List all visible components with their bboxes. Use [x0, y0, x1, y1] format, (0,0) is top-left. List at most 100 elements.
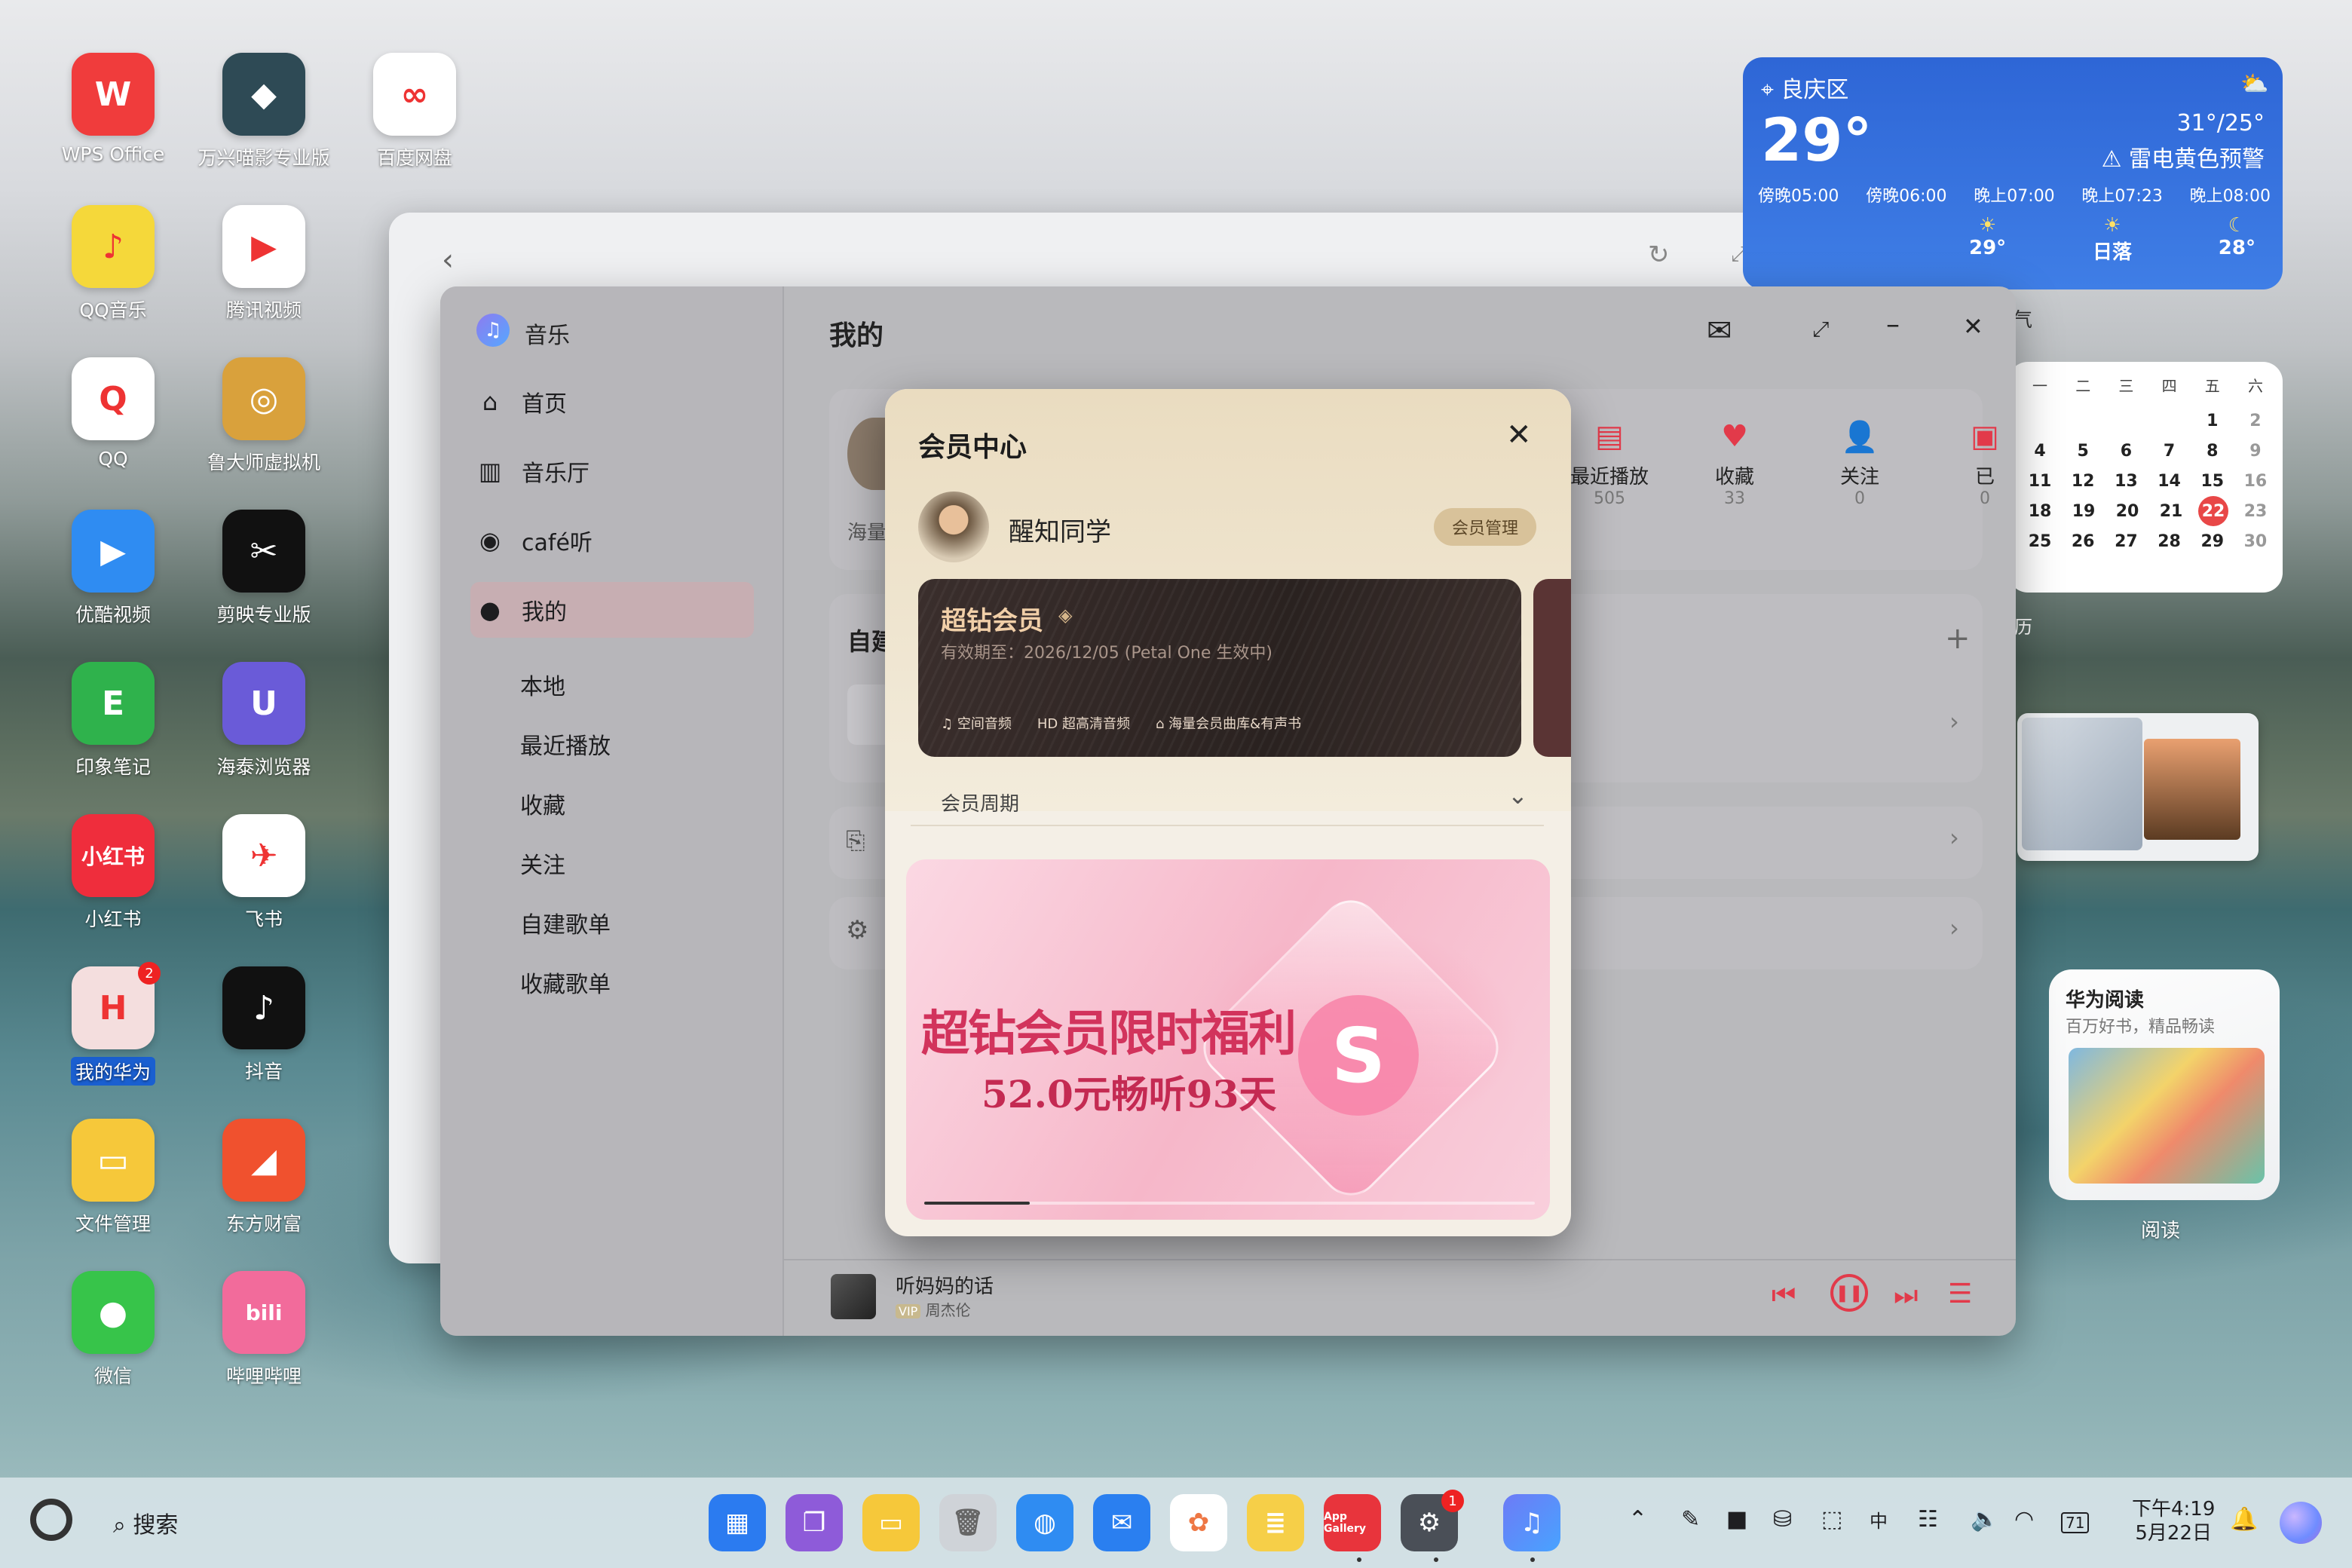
membership-card[interactable]: 超钻会员 ◈ 有效期至：2026/12/05 (Petal One 生效中) ♫…: [918, 579, 1521, 757]
desktop-app-3[interactable]: ♪ QQ音乐: [38, 205, 188, 323]
sub-nav-item[interactable]: 关注: [520, 847, 565, 880]
calendar-widget[interactable]: 一二三四五六 1 2 4 5 6 7 8 9 11 12 13 14 15 16 18 19 20 21 22 23 2…: [2008, 362, 2283, 593]
calendar-day[interactable]: [2023, 406, 2056, 436]
calendar-day[interactable]: 15: [2196, 466, 2229, 496]
search-area[interactable]: ⌕ 搜索: [113, 1506, 178, 1539]
calendar-day[interactable]: 16: [2239, 466, 2272, 496]
calendar-day[interactable]: 22: [2198, 496, 2228, 526]
screenshot-icon[interactable]: ⬚: [1821, 1506, 1842, 1533]
calendar-day[interactable]: 14: [2153, 466, 2186, 496]
weather-widget[interactable]: ⌖ 良庆区 ⛅ 29° 31°/25° ⚠ 雷电黄色预警 傍晚05:00 傍晚06…: [1743, 57, 2283, 289]
volume-icon[interactable]: 🔈: [1971, 1506, 1998, 1533]
desktop-app-16[interactable]: ◢ 东方财富: [188, 1119, 339, 1236]
calendar-day[interactable]: 23: [2239, 496, 2272, 526]
back-arrow-icon[interactable]: ‹: [442, 243, 454, 277]
desktop-app-11[interactable]: 小红书 小红书: [38, 814, 188, 932]
calendar-day[interactable]: 12: [2066, 466, 2099, 496]
album-cover[interactable]: [831, 1274, 876, 1319]
gallery-icon[interactable]: ✿: [1170, 1494, 1227, 1551]
stat-item[interactable]: 👤 关注 0: [1803, 419, 1916, 508]
member-manage-button[interactable]: 会员管理: [1434, 508, 1536, 546]
desktop-app-1[interactable]: ◆ 万兴喵影专业版: [188, 53, 339, 170]
app-gallery-icon[interactable]: App Gallery: [1324, 1494, 1381, 1551]
desktop-app-18[interactable]: bili 哔哩哔哩: [188, 1271, 339, 1389]
desktop-app-8[interactable]: ✂ 剪映专业版: [188, 510, 339, 627]
next-card-peek[interactable]: [1533, 579, 1571, 757]
photo-widget[interactable]: [2017, 713, 2259, 861]
desktop-app-14[interactable]: ♪ 抖音: [188, 966, 339, 1084]
calendar-day[interactable]: 27: [2109, 526, 2142, 556]
refresh-icon[interactable]: ↻: [1648, 240, 1670, 270]
nav-item-3[interactable]: ● 我的: [470, 582, 754, 638]
calendar-day[interactable]: 1: [2196, 406, 2229, 436]
desktop-app-15[interactable]: ▭ 文件管理: [38, 1119, 188, 1236]
app-launcher-icon[interactable]: ▦: [709, 1494, 766, 1551]
calendar-day[interactable]: 19: [2067, 496, 2100, 526]
playlist-icon[interactable]: ☰: [1948, 1279, 1972, 1309]
calendar-day[interactable]: 13: [2109, 466, 2142, 496]
nav-item-0[interactable]: ⌂ 首页: [470, 374, 754, 430]
sub-nav-item[interactable]: 收藏歌单: [520, 966, 611, 999]
close-icon[interactable]: ✕: [1963, 312, 1983, 341]
stat-item[interactable]: ♥ 收藏 33: [1678, 419, 1791, 508]
calendar-day[interactable]: 30: [2239, 526, 2272, 556]
music-icon[interactable]: ♫: [1503, 1494, 1560, 1551]
multitask-icon[interactable]: ❐: [786, 1494, 843, 1551]
avatar[interactable]: [918, 492, 989, 562]
desktop-app-5[interactable]: Q QQ: [38, 357, 188, 470]
calendar-day[interactable]: [2066, 406, 2099, 436]
settings-icon[interactable]: ⚙ 1: [1401, 1490, 1464, 1551]
calendar-day[interactable]: 2: [2239, 406, 2272, 436]
pause-button[interactable]: ❚❚: [1830, 1274, 1868, 1312]
calendar-day[interactable]: 29: [2196, 526, 2229, 556]
clipboard-icon[interactable]: ☷: [1918, 1506, 1938, 1533]
calendar-day[interactable]: 6: [2109, 436, 2142, 466]
browser-icon[interactable]: ◍: [1016, 1494, 1073, 1551]
sub-nav-item[interactable]: 本地: [520, 668, 565, 701]
stat-item[interactable]: ▣ 已 0: [1928, 419, 2016, 508]
calendar-day[interactable]: 18: [2023, 496, 2056, 526]
share-icon[interactable]: ⛁: [1773, 1506, 1792, 1533]
next-icon[interactable]: ⏭: [1894, 1280, 1918, 1312]
desktop-app-7[interactable]: ▶ 优酷视频: [38, 510, 188, 627]
notes-tray-icon[interactable]: ✎: [1681, 1506, 1700, 1533]
desktop-app-6[interactable]: ◎ 鲁大师虚拟机: [188, 357, 339, 475]
calendar-day[interactable]: 7: [2153, 436, 2186, 466]
calendar-day[interactable]: 25: [2023, 526, 2056, 556]
sub-nav-item[interactable]: 自建歌单: [520, 906, 611, 939]
desktop-app-17[interactable]: ● 微信: [38, 1271, 188, 1389]
file-manager-icon[interactable]: ▭: [862, 1494, 920, 1551]
calendar-day[interactable]: 21: [2154, 496, 2188, 526]
start-button[interactable]: [30, 1499, 72, 1541]
calendar-day[interactable]: 4: [2023, 436, 2056, 466]
calendar-day[interactable]: [2153, 406, 2186, 436]
minimize-icon[interactable]: –: [1886, 309, 1900, 340]
battery-icon[interactable]: 71: [2061, 1512, 2090, 1533]
desktop-app-0[interactable]: W WPS Office: [38, 53, 188, 165]
reading-widget[interactable]: 华为阅读 百万好书，精品畅读: [2049, 969, 2280, 1200]
trash-icon[interactable]: 🗑: [939, 1494, 997, 1551]
chevron-up-icon[interactable]: ⌃: [1628, 1506, 1647, 1533]
promo-banner[interactable]: S 超钻会员限时福利 52.0元畅听93天: [906, 859, 1550, 1220]
calendar-day[interactable]: [2109, 406, 2142, 436]
chevron-right-icon[interactable]: ›: [1949, 707, 1959, 736]
mail-icon[interactable]: ✉: [1093, 1494, 1150, 1551]
camera-icon[interactable]: ■: [1726, 1506, 1747, 1533]
sub-nav-item[interactable]: 收藏: [520, 787, 565, 820]
sub-nav-item[interactable]: 最近播放: [520, 727, 611, 761]
wifi-icon[interactable]: ◠: [2014, 1506, 2034, 1533]
calendar-day[interactable]: 28: [2153, 526, 2186, 556]
mail-icon[interactable]: ✉: [1707, 314, 1732, 348]
calendar-day[interactable]: 5: [2066, 436, 2099, 466]
clock[interactable]: 下午4:19 5月22日: [2132, 1497, 2215, 1545]
desktop-app-12[interactable]: ✈ 飞书: [188, 814, 339, 932]
nav-item-2[interactable]: ◉ café听: [470, 513, 754, 568]
desktop-app-10[interactable]: U 海泰浏览器: [188, 662, 339, 779]
add-icon[interactable]: +: [1945, 621, 1971, 656]
fullscreen-icon[interactable]: ⤢: [1812, 317, 1829, 342]
desktop-app-4[interactable]: ▶ 腾讯视频: [188, 205, 339, 323]
calendar-day[interactable]: 9: [2239, 436, 2272, 466]
calendar-day[interactable]: 8: [2196, 436, 2229, 466]
bell-icon[interactable]: 🔔: [2230, 1506, 2258, 1533]
notes-icon[interactable]: ≣: [1247, 1494, 1304, 1551]
